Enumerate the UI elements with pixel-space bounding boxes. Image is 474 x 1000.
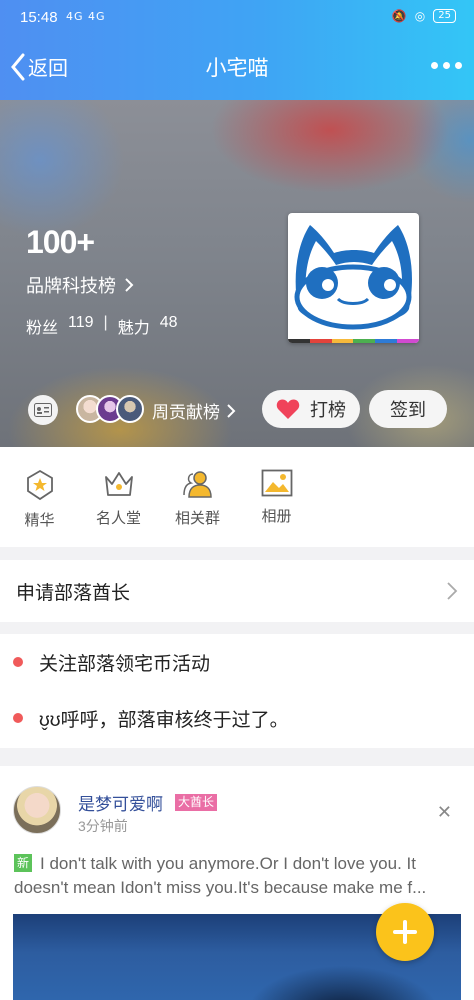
more-dot-icon	[443, 62, 450, 69]
tribe-stats: 粉丝 119 | 魅力 48	[26, 314, 178, 338]
vote-button[interactable]: 打榜	[262, 390, 360, 428]
top-bar: 15:48 4G 4G 🔕 ◎ 25 返回 小宅喵	[0, 0, 474, 100]
mute-icon: 🔕	[391, 9, 407, 23]
menu-item-label: 相关群	[174, 510, 220, 527]
chevron-right-icon	[227, 403, 236, 418]
charm-value: 48	[159, 314, 178, 331]
post-card[interactable]: 是梦可爱啊 大酋长 3分钟前 ✕ 新I don't talk with you …	[0, 766, 474, 1000]
more-dot-icon	[455, 62, 462, 69]
fans-value: 119	[68, 314, 94, 331]
role-badge: 大酋长	[175, 794, 218, 811]
notice-text: 关注部落领宅币活动	[39, 653, 211, 675]
contributor-avatars[interactable]	[76, 395, 144, 423]
medal-icon	[26, 469, 53, 501]
group-icon	[182, 471, 212, 498]
notice-text: ʊ̬ʊ呼呼，部落审核终于过了。	[39, 709, 289, 731]
feature-menu: 精华 名人堂 相关群 相册	[0, 447, 474, 547]
status-bar: 15:48 4G 4G 🔕 ◎ 25	[0, 0, 474, 34]
post-body[interactable]: 新I don't talk with you anymore.Or I don'…	[14, 852, 462, 900]
post-time: 3分钟前	[78, 818, 128, 834]
signal-indicator: 4G 4G	[66, 10, 106, 23]
checkin-label: 签到	[390, 400, 426, 420]
post-author[interactable]: 是梦可爱啊	[78, 790, 163, 815]
tribe-header: 100+ 品牌科技榜 粉丝 119 | 魅力 48 周贡献榜 打榜 签到	[0, 100, 474, 447]
notice-dot-icon	[13, 657, 23, 667]
plus-icon	[393, 920, 417, 944]
menu-item-label: 名人堂	[95, 510, 141, 527]
vote-label: 打榜	[310, 400, 346, 420]
avatar[interactable]	[13, 786, 61, 834]
rank-label: 品牌科技榜	[26, 276, 116, 296]
battery-icon: 25	[433, 9, 456, 23]
lock-rotation-icon: ◎	[414, 9, 426, 23]
status-right: 🔕 ◎ 25	[392, 9, 456, 23]
notice-dot-icon	[13, 713, 23, 723]
menu-item-hall-of-fame[interactable]: 名人堂	[79, 447, 158, 547]
weekly-ranking-link[interactable]: 周贡献榜	[152, 398, 236, 423]
page-title: 小宅喵	[205, 57, 269, 80]
hero-actions: 周贡献榜 打榜 签到	[0, 388, 474, 432]
chevron-right-icon	[125, 278, 134, 292]
menu-item-label: 相册	[261, 508, 292, 525]
apply-chief-row[interactable]: 申请部落酋长	[0, 560, 474, 622]
stats-divider: |	[103, 314, 108, 331]
notice-item[interactable]: 关注部落领宅币活动	[0, 642, 474, 682]
more-button[interactable]	[431, 62, 462, 69]
id-card-icon	[34, 403, 52, 417]
menu-item-label: 精华	[24, 512, 55, 529]
charm-label: 魅力	[117, 320, 150, 337]
avatar	[116, 395, 144, 423]
checkin-button[interactable]: 签到	[369, 390, 447, 428]
fans-label: 粉丝	[26, 320, 59, 337]
create-post-button[interactable]	[376, 903, 434, 961]
close-icon[interactable]: ✕	[437, 802, 452, 823]
album-icon	[261, 469, 292, 497]
nav-bar: 返回 小宅喵	[0, 34, 474, 100]
logo-stripe	[288, 339, 419, 343]
status-time: 15:48	[20, 9, 58, 26]
tribe-logo[interactable]	[288, 213, 419, 343]
apply-chief-label: 申请部落酋长	[16, 583, 131, 604]
chevron-right-icon	[447, 582, 458, 600]
menu-item-featured[interactable]: 精华	[0, 447, 79, 547]
menu-item-album[interactable]: 相册	[237, 447, 316, 547]
crown-icon	[104, 472, 133, 496]
rank-number: 100+	[26, 224, 95, 260]
notice-list: 关注部落领宅币活动 ʊ̬ʊ呼呼，部落审核终于过了。	[0, 634, 474, 748]
post-text: I don't talk with you anymore.Or I don't…	[14, 854, 427, 897]
new-tag: 新	[14, 854, 33, 872]
heart-icon	[276, 399, 300, 419]
menu-item-groups[interactable]: 相关群	[158, 447, 237, 547]
cat-mascot-icon	[294, 225, 412, 330]
notice-item[interactable]: ʊ̬ʊ呼呼，部落审核终于过了。	[0, 698, 474, 738]
member-card-button[interactable]	[28, 395, 58, 425]
rank-link[interactable]: 品牌科技榜	[26, 272, 134, 298]
more-dot-icon	[431, 62, 438, 69]
weekly-ranking-label: 周贡献榜	[152, 403, 220, 422]
